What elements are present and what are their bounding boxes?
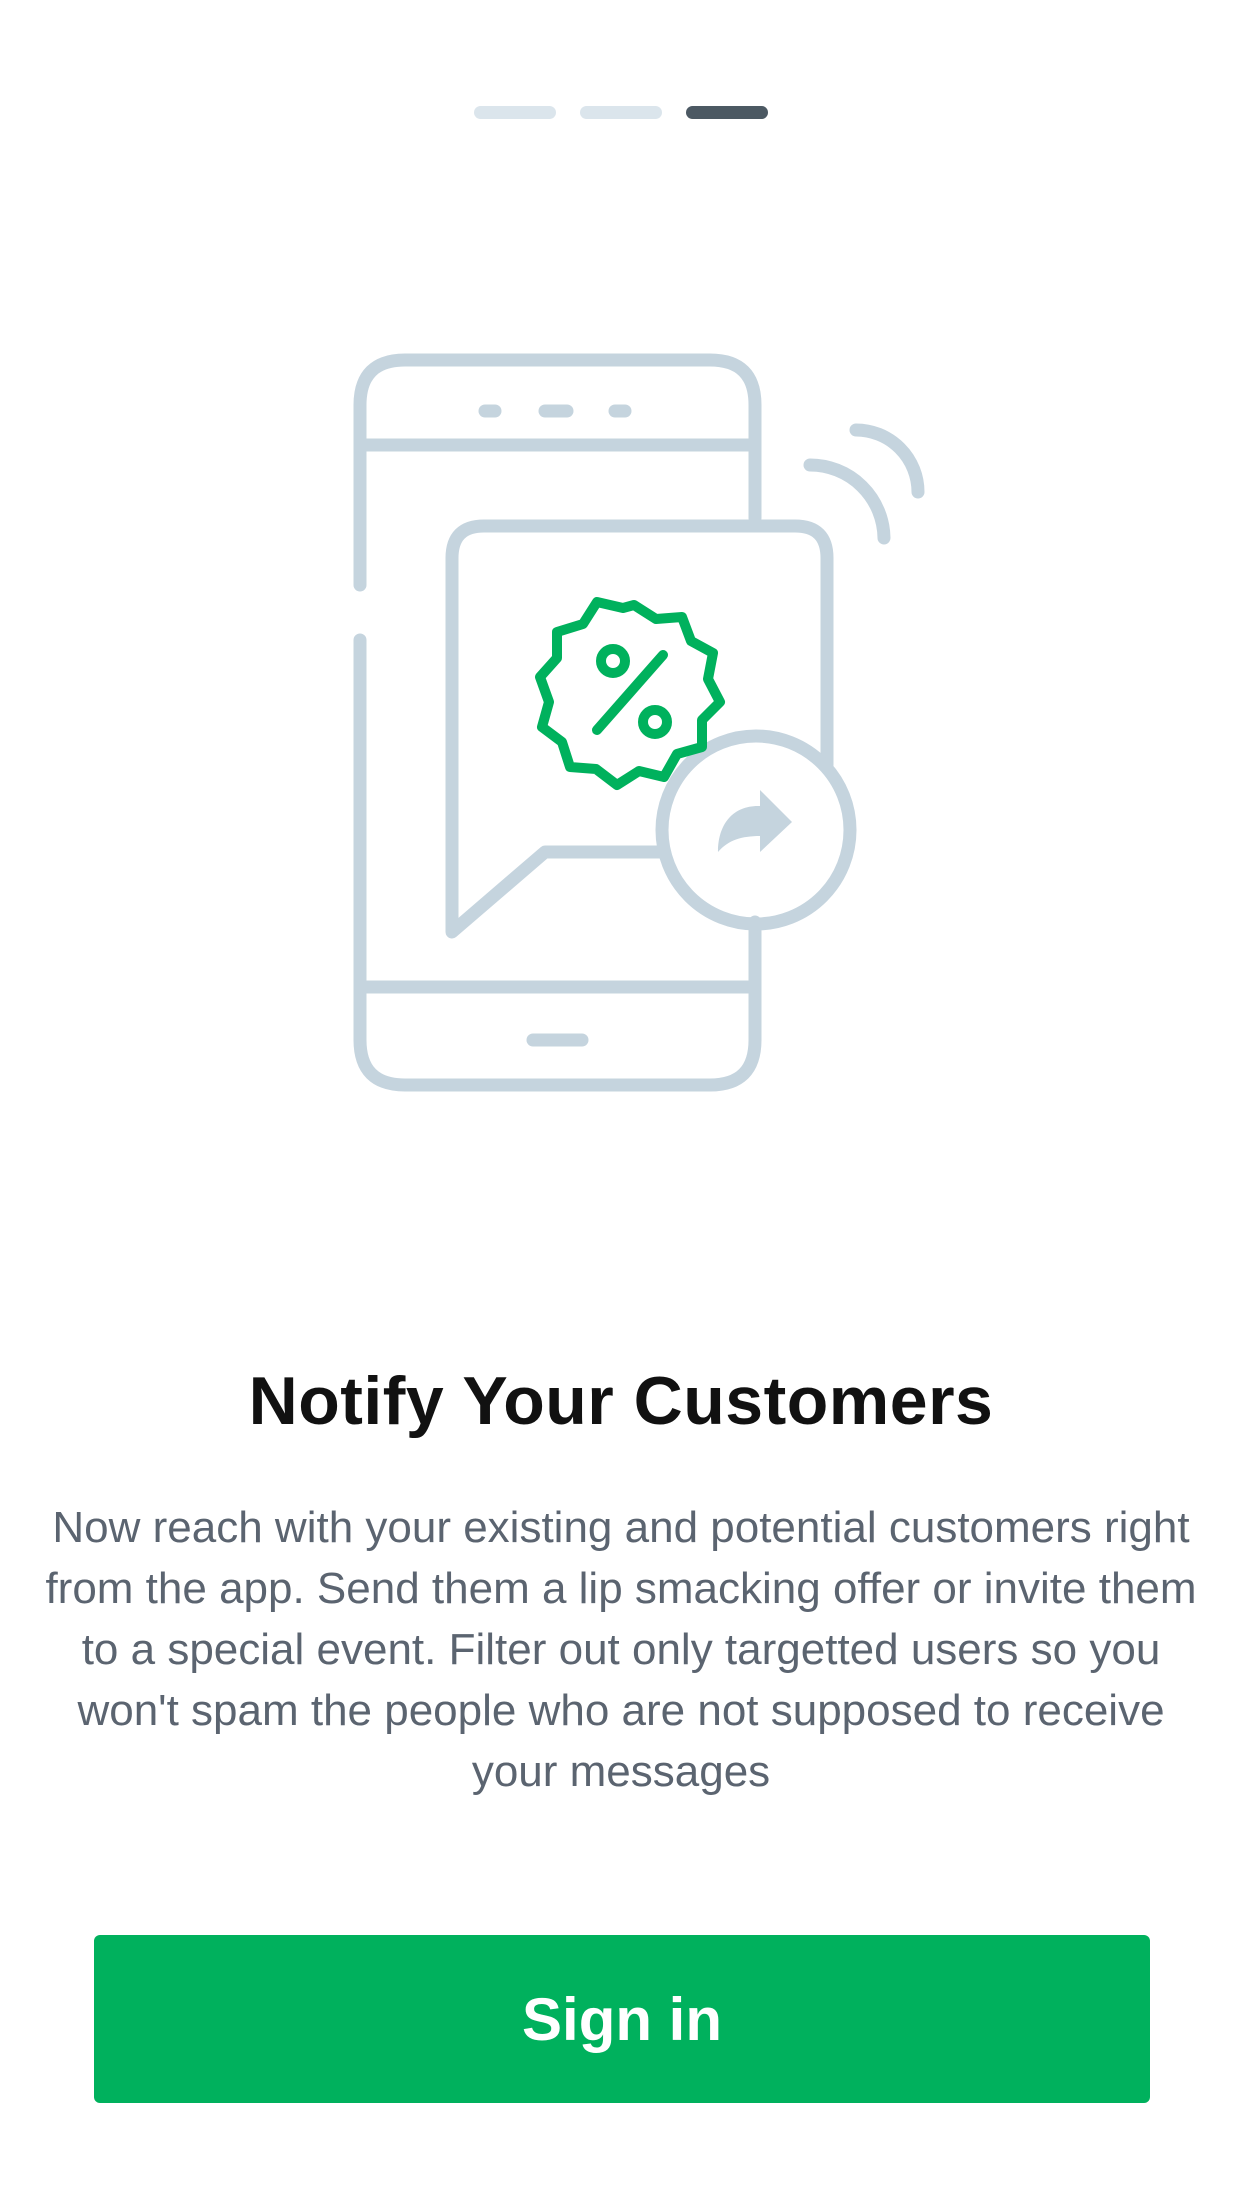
phone-notification-discount-icon xyxy=(353,353,925,1092)
page-indicator xyxy=(0,106,1242,119)
page-indicator-dot-2[interactable] xyxy=(580,106,662,119)
sign-in-button[interactable]: Sign in xyxy=(94,1935,1150,2103)
page-indicator-dot-1[interactable] xyxy=(474,106,556,119)
onboarding-title: Notify Your Customers xyxy=(248,1363,994,1439)
page-indicator-dot-3-active[interactable] xyxy=(686,106,768,119)
onboarding-description: Now reach with your existing and potenti… xyxy=(45,1503,1197,1796)
